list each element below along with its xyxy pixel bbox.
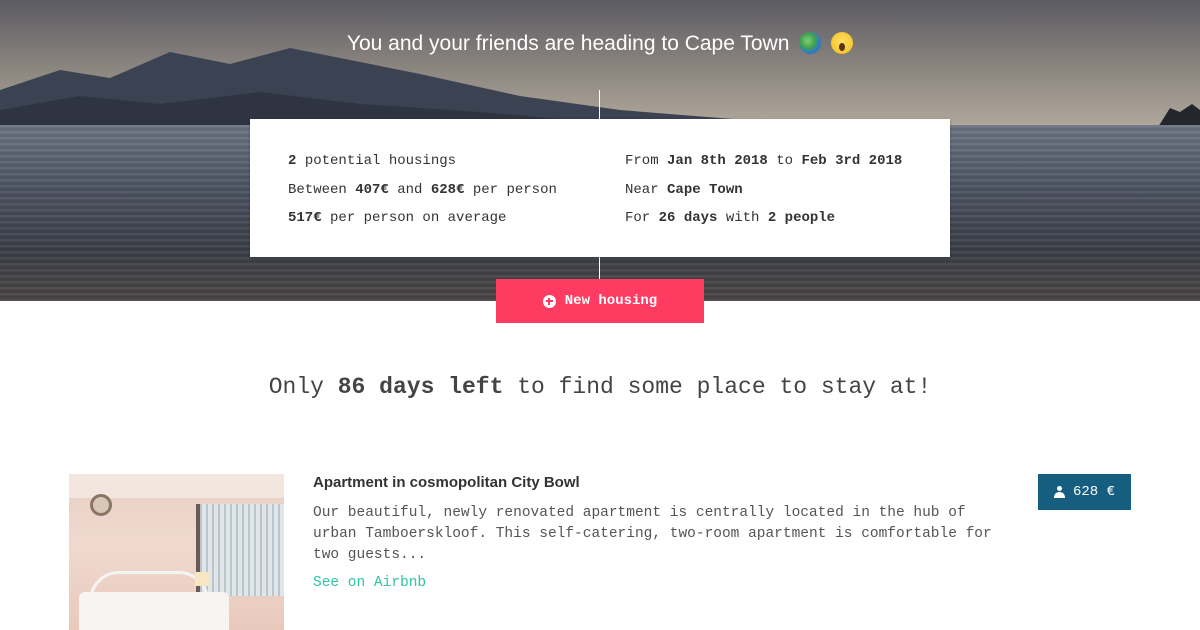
date-start: Jan 8th 2018 [667,153,768,169]
wall-clock [90,494,112,516]
price-average: 517€ [288,210,322,226]
duration: 26 days [658,210,718,226]
scream-emoji-icon [831,32,854,54]
connector-line-bottom [599,257,600,279]
date-end: Feb 3rd 2018 [801,153,903,169]
connector-line-top [599,90,600,119]
mountains-image [0,0,1200,135]
with-label: with [725,210,760,226]
price-max: 628€ [430,181,465,198]
countdown-suffix: to find some place to stay at! [517,374,932,400]
new-housing-label: New housing [564,293,658,309]
new-housing-button[interactable]: New housing [496,279,704,323]
duration-line: For 26 days with 2 people [625,208,902,237]
near-label: Near [625,181,659,198]
people-count: 2 people [767,210,836,226]
per-person-label: per person [472,181,557,198]
trip-headline: You and your friends are heading to Cape… [346,32,790,55]
trip-details: From Jan 8th 2018 to Feb 3rd 2018 Near C… [625,151,902,237]
average-label: per person on average [330,210,507,226]
price-per-person-badge: 628 € [1038,474,1131,510]
page-title: You and your friends are heading to Cape… [0,32,1200,56]
price-summary: 2 potential housings Between 407€ and 62… [288,151,557,237]
days-left: 86 days left [337,374,504,400]
and-label: and [397,181,423,198]
housings-count-line: 2 potential housings [288,151,557,180]
lamp [195,572,209,586]
listing-photo[interactable] [69,474,284,630]
between-label: Between [288,181,347,198]
dates-line: From Jan 8th 2018 to Feb 3rd 2018 [625,151,902,180]
plus-circle-icon [542,294,556,308]
to-label: to [776,153,794,169]
location: Cape Town [667,181,743,198]
from-label: From [625,153,659,169]
housings-label: potential housings [304,153,457,169]
listing-title[interactable]: Apartment in cosmopolitan City Bowl [313,474,580,491]
price-range-line: Between 407€ and 628€ per person [288,180,557,209]
countdown-prefix: Only [268,374,324,400]
housings-count: 2 [288,153,297,169]
location-line: Near Cape Town [625,180,902,209]
globe-emoji-icon [799,32,822,54]
listing-price: 628 € [1072,484,1115,500]
listing-description: Our beautiful, newly renovated apartment… [313,505,992,563]
user-icon [1053,486,1065,498]
bed [79,592,229,630]
for-label: For [625,210,651,226]
average-price-line: 517€ per person on average [288,208,557,237]
price-min: 407€ [355,181,389,198]
trip-summary-card: 2 potential housings Between 407€ and 62… [250,119,950,257]
photo-window [196,504,284,596]
countdown-heading: Only 86 days left to find some place to … [0,374,1200,400]
see-on-airbnb-link[interactable]: See on Airbnb [313,575,426,591]
